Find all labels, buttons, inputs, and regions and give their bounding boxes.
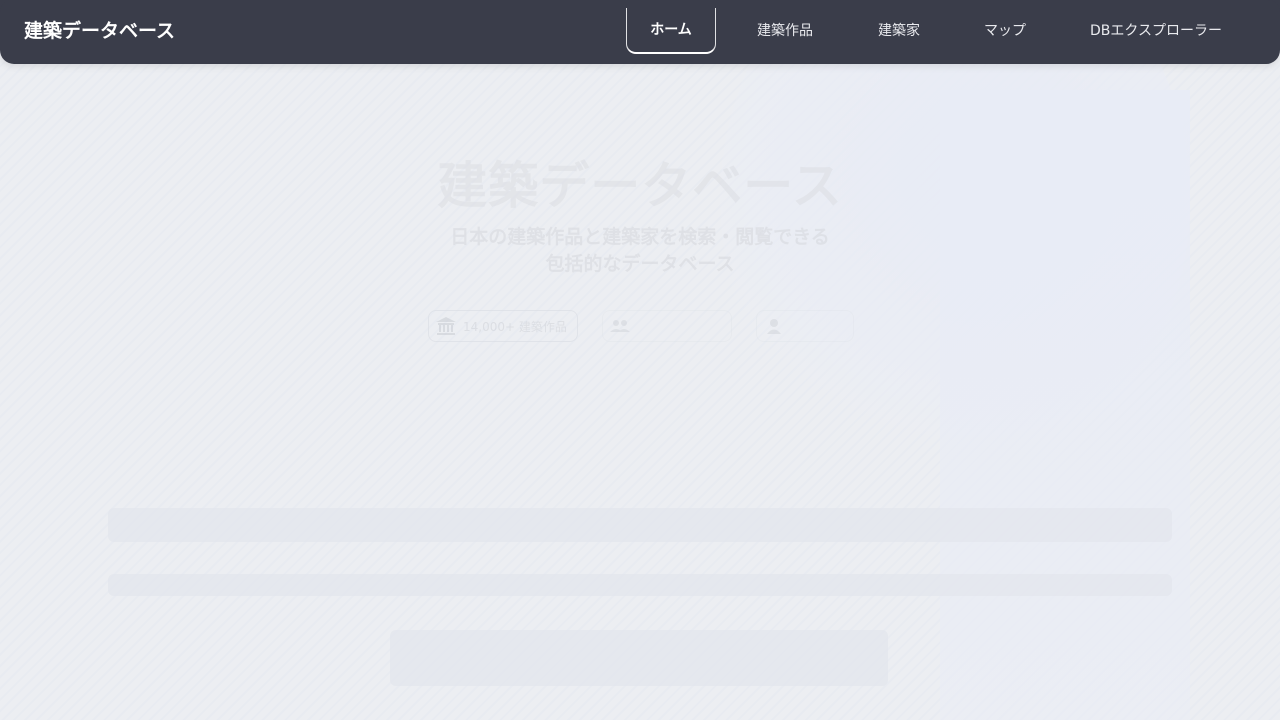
hero-subtitle-line2: 包括的なデータベース bbox=[545, 253, 735, 275]
stat-label: 14,000+ 建築作品 bbox=[463, 319, 567, 334]
top-navbar: 建築データベース ホーム 建築作品 建築家 マップ DBエクスプローラー bbox=[0, 0, 1280, 64]
stat-badge-extra bbox=[755, 310, 854, 342]
hero-subtitle-line1: 日本の建築作品と建築家を検索・閲覧できる bbox=[450, 226, 830, 248]
hero-section: 建築データベース 日本の建築作品と建築家を検索・閲覧できる 包括的なデータベース… bbox=[0, 0, 1280, 720]
nav-item-architects[interactable]: 建築家 bbox=[854, 8, 944, 54]
nav-item-db-explorer[interactable]: DBエクスプローラー bbox=[1066, 8, 1246, 54]
stat-badge-works: 14,000+ 建築作品 bbox=[428, 310, 578, 342]
nav-item-home[interactable]: ホーム bbox=[626, 8, 716, 54]
stats-row: 14,000+ 建築作品 bbox=[428, 310, 854, 342]
hero-title: 建築データベース bbox=[437, 157, 843, 215]
hero-subtitle: 日本の建築作品と建築家を検索・閲覧できる 包括的なデータベース bbox=[390, 224, 890, 278]
main-nav: ホーム 建築作品 建築家 マップ DBエクスプローラー bbox=[626, 8, 1246, 54]
nav-item-works[interactable]: 建築作品 bbox=[716, 8, 854, 54]
building-icon bbox=[435, 315, 457, 337]
stat-badge-architects bbox=[601, 310, 732, 342]
app-title[interactable]: 建築データベース bbox=[24, 18, 175, 44]
nav-item-map[interactable]: マップ bbox=[944, 8, 1066, 54]
people-icon bbox=[609, 315, 631, 337]
person-icon bbox=[763, 315, 785, 337]
